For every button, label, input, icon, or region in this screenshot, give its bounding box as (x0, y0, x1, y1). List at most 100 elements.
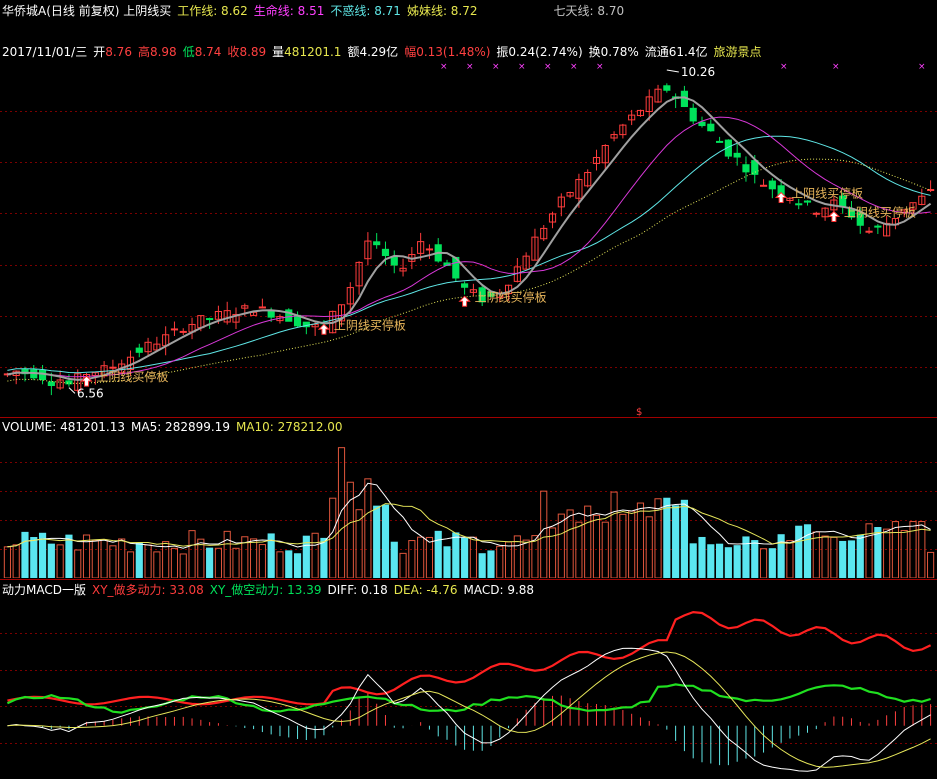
volume-bar (487, 550, 495, 578)
volume-bar (742, 536, 750, 578)
candle-body (461, 283, 469, 288)
candle-body (425, 248, 434, 251)
candle-body (733, 152, 741, 158)
volume-bar (109, 545, 117, 578)
volume-bar (883, 528, 891, 578)
volume-bar (716, 543, 724, 578)
volume-bar (830, 536, 838, 578)
volume-bar (610, 491, 618, 578)
volume-bar (74, 549, 82, 578)
volume-bar (469, 536, 477, 578)
volume-bar (461, 537, 469, 578)
volume-bar (417, 536, 425, 578)
quote-label-9: 流通 (644, 45, 669, 59)
candle-body (874, 225, 882, 228)
volume-bar (496, 545, 504, 578)
sector-tag: 旅游景点 (713, 45, 762, 59)
volume-bar (223, 530, 231, 578)
buy-signal-label: 上阴线买停板 (475, 289, 547, 304)
macd-chart[interactable] (0, 597, 937, 779)
chart-title: 华侨城A(日线 前复权) 上阴线买 (2, 4, 172, 18)
volume-bar (689, 543, 697, 578)
quote-label-3: 收 (227, 45, 240, 59)
diff-line (7, 647, 931, 772)
volume-bar (628, 510, 636, 578)
quote-value-3: 8.89 (239, 45, 267, 59)
volume-bar (504, 541, 513, 578)
ma-line-label-3: 姊妹线: 8.72 (406, 4, 478, 18)
volume-ma5: MA5: 282899.19 (131, 420, 230, 434)
quote-value-8: 0.78% (600, 45, 639, 59)
signal-marker: × (440, 62, 448, 72)
volume-bar (777, 534, 785, 578)
price-header: 华侨城A(日线 前复权) 上阴线买 工作线: 8.62 生命线: 8.51 不惑线: … (2, 4, 630, 18)
volume-bar (232, 547, 240, 578)
price-chart[interactable]: × × × × × × × × × ×10.266.56上阴线买停板上阴线买停板上阴线买停板上阴线… (0, 60, 937, 418)
candle-body (373, 241, 381, 246)
macd-bull: XY_做多动力: 33.08 (91, 583, 204, 597)
signal-marker: × (570, 62, 578, 72)
macd-macd: MACD: 9.88 (463, 583, 535, 597)
volume-bar (188, 530, 196, 578)
high-label: 10.26 (681, 65, 715, 79)
volume-bar (425, 536, 434, 578)
quote-label-4: 量 (272, 45, 285, 59)
candle-body (812, 212, 820, 215)
ma-line-label-2: 不惑线: 8.71 (330, 4, 401, 18)
volume-bar (135, 542, 143, 578)
candle-body (707, 123, 715, 132)
volume-bar (821, 535, 829, 578)
volume-bar (724, 547, 732, 578)
candle-body (865, 230, 873, 233)
volume-bar (337, 447, 346, 578)
candle-body (698, 121, 706, 127)
volume-bar (118, 538, 126, 578)
quote-value-5: 4.29亿 (359, 45, 399, 59)
quote-label-1: 高 (137, 45, 150, 59)
volume-bar (856, 534, 864, 578)
low-label: 6.56 (77, 387, 104, 401)
volume-bar (47, 543, 55, 578)
volume-bar (847, 540, 856, 578)
buy-arrow-icon (317, 323, 331, 335)
volume-chart[interactable] (0, 433, 937, 578)
macd-bear: XY_做空动力: 13.39 (209, 583, 322, 597)
candle-body (47, 381, 55, 387)
macd-name: 动力MACD一版 (2, 583, 86, 597)
candle-body (768, 180, 776, 190)
volume-bar (803, 524, 812, 578)
low-pointer (68, 387, 76, 394)
quote-value-7: 0.24(2.74%) (508, 45, 583, 59)
signal-marker: × (492, 62, 500, 72)
signal-marker: × (466, 62, 474, 72)
volume-bar (865, 523, 873, 578)
volume-bar (100, 539, 108, 578)
volume-bar (206, 547, 214, 578)
volume-bar (645, 516, 653, 578)
quote-label-5: 额 (347, 45, 360, 59)
macd-dea: DEA: -4.76 (393, 583, 458, 597)
volume-bar (636, 502, 645, 578)
volume-bar (408, 540, 416, 578)
signal-marker: × (918, 62, 926, 72)
volume-bar (698, 536, 706, 578)
candle-body (803, 200, 812, 203)
volume-bar (759, 548, 768, 578)
volume-bar (786, 540, 794, 578)
dea-line (7, 651, 931, 768)
ma-cyan-line (7, 135, 931, 374)
candle-body (206, 318, 214, 321)
quote-value-9: 61.4亿 (668, 45, 708, 59)
quote-label-8: 换 (588, 45, 601, 59)
volume-bar (399, 552, 407, 578)
buy-signal-label: 上阴线买停板 (791, 186, 863, 201)
volume-bar (3, 546, 11, 578)
candle-body (689, 107, 697, 122)
volume-bar (346, 481, 354, 578)
candle-body (179, 330, 187, 333)
volume-bar (540, 490, 548, 578)
volume-bar (21, 531, 29, 578)
volume-bar (153, 551, 161, 578)
buy-signal-label: 上阴线买停板 (97, 369, 169, 384)
volume-bar (707, 544, 715, 578)
